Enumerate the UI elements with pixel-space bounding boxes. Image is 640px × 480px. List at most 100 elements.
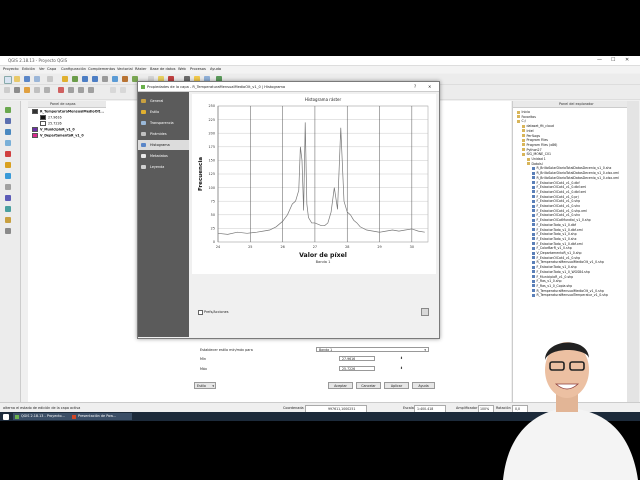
browser-item[interactable]: R_TemperaturaMensualMedioOlt_v1_0.shp — [532, 289, 604, 293]
add-wcs-icon[interactable] — [5, 184, 11, 190]
menu-ver[interactable]: Ver — [39, 67, 45, 71]
browser-item[interactable]: Python27 — [522, 148, 542, 152]
browser-item[interactable]: dataset_ftt_cloud — [522, 124, 554, 128]
add-raster-icon[interactable] — [5, 118, 11, 124]
pan-to-selection-icon[interactable] — [72, 76, 78, 82]
menu-vectorial[interactable]: Vectorial — [117, 67, 133, 71]
open-project-icon[interactable] — [14, 76, 20, 82]
menu-base-datos[interactable]: Base de datos — [150, 67, 176, 71]
prefs-checkbox[interactable] — [198, 310, 203, 315]
browser-item[interactable]: F_EstacionTodo_v1_0.dbf.xml — [532, 228, 583, 232]
new-project-icon[interactable] — [4, 76, 12, 84]
browser-item[interactable]: Intel — [522, 129, 534, 133]
edit-icon[interactable] — [4, 87, 10, 93]
copy-icon[interactable] — [78, 87, 84, 93]
browser-item[interactable]: R_TemperaturaMensualTemperatur_v1_0.shp — [532, 293, 608, 297]
menu-proyecto[interactable]: Proyecto — [3, 67, 19, 71]
browser-item[interactable]: R_BrilloSolarDiarioTotalDatosDecenio_v1_… — [532, 176, 619, 180]
browser-item[interactable]: F_EstacionTodo_v1_0.shp — [532, 265, 577, 269]
browser-item[interactable]: F_Ras_v1_0.shp — [532, 279, 562, 283]
browser-item[interactable]: Unidad 1 — [527, 157, 546, 161]
cut-icon[interactable] — [68, 87, 74, 93]
start-icon[interactable] — [3, 413, 9, 420]
zoom-in-icon[interactable] — [82, 76, 88, 82]
browser-item[interactable]: Program Files — [522, 138, 548, 142]
virtual-layer-icon[interactable] — [5, 228, 11, 234]
browser-item[interactable]: SIG_MONE_C01 — [522, 152, 551, 156]
save-edits-icon[interactable] — [14, 87, 20, 93]
menu-complementos[interactable]: Complementos — [88, 67, 115, 71]
save-as-icon[interactable] — [34, 76, 40, 82]
taskbar-item-qgis[interactable]: QGIS 2.18.13 - Proyecto... — [13, 413, 75, 420]
close-icon[interactable]: ✕ — [625, 57, 629, 63]
browser-item[interactable]: F_MunicipioR_v1_0.shp — [532, 275, 573, 279]
menu-configuracion[interactable]: Configuración — [61, 67, 86, 71]
close-icon[interactable]: ✕ — [428, 84, 431, 89]
pan-icon[interactable] — [62, 76, 68, 82]
max-input[interactable]: 25.7226 — [339, 366, 375, 371]
browser-item[interactable]: F_EstacionOlCat4_v1_0.shp — [532, 256, 580, 260]
add-spatialite-icon[interactable] — [5, 140, 11, 146]
new-shapefile-icon[interactable] — [5, 217, 11, 223]
browser-item[interactable]: C:/ — [517, 119, 526, 123]
nav-leyenda[interactable]: Leyenda — [138, 162, 189, 172]
band-select[interactable]: Banda 1 ▾ — [316, 347, 429, 352]
browser-item[interactable]: Inicio — [517, 110, 530, 114]
node-tool-icon[interactable] — [44, 87, 50, 93]
paste-icon[interactable] — [88, 87, 94, 93]
browser-item[interactable]: F_EstacionOlCat4_v1_0.dbf.xml — [532, 185, 586, 189]
min-picker-icon[interactable]: ⬍ — [400, 356, 403, 360]
style-dropdown[interactable]: Estilo ▾ — [194, 382, 216, 389]
browser-item[interactable]: V_DepartamentoR_v1_0.shp — [532, 251, 582, 255]
browser-item[interactable]: F_EstacionOlCat4_v1_0.dbf — [532, 181, 580, 185]
zoom-layer-icon[interactable] — [112, 76, 118, 82]
min-input[interactable]: 27.9616 — [339, 356, 375, 361]
browser-item[interactable]: F_EstacionTodo_v1_0.shp — [532, 232, 577, 236]
add-delimited-icon[interactable] — [5, 206, 11, 212]
save-project-icon[interactable] — [24, 76, 30, 82]
browser-item[interactable]: F_EstacionOlCat4_v1_0.prj — [532, 195, 579, 199]
browser-item[interactable]: F_EstacionTodo_v1_0_WGS84.shp — [532, 270, 590, 274]
maximize-icon[interactable]: ☐ — [611, 57, 615, 63]
menu-raster[interactable]: Ráster — [135, 67, 147, 71]
browser-item[interactable]: F_EstacionOlCat4_v1_0.shp — [532, 199, 580, 203]
undo-icon[interactable] — [110, 87, 116, 93]
add-vector-icon[interactable] — [5, 107, 11, 113]
help-button[interactable]: Ayuda — [412, 382, 435, 389]
browser-item[interactable]: F_Ras_v1_0_Copia.shp — [532, 284, 572, 288]
print-composer-icon[interactable] — [47, 76, 53, 82]
browser-item[interactable]: DatoIsl — [527, 162, 543, 166]
taskbar-item-powerpoint[interactable]: Presentación de Pow... — [70, 413, 132, 420]
zoom-out-icon[interactable] — [92, 76, 98, 82]
save-histogram-icon[interactable] — [421, 308, 429, 316]
zoom-full-icon[interactable] — [102, 76, 108, 82]
add-feature-icon[interactable] — [24, 87, 30, 93]
redo-icon[interactable] — [120, 87, 126, 93]
menu-capa[interactable]: Capa — [47, 67, 56, 71]
browser-item[interactable]: F_EstacionTodo_v1_0.shx — [532, 237, 576, 241]
browser-item[interactable]: F_EstacionOlCat4_v1_0.shx — [532, 204, 580, 208]
layer-item-departamento[interactable]: V_DepartamentoR_v1_0 — [32, 133, 84, 138]
nav-transparencia[interactable]: Transparencia — [138, 118, 189, 128]
layer-item-raster[interactable]: R_TemperaturaMensualMedioOlt... — [32, 109, 104, 114]
menu-procesos[interactable]: Procesos — [190, 67, 206, 71]
add-wms-icon[interactable] — [5, 173, 11, 179]
browser-item[interactable]: F_EstacionOlCat4_v1_0.shx — [532, 213, 580, 217]
minimize-icon[interactable]: — — [597, 57, 602, 63]
nav-estilo[interactable]: Estilo — [138, 107, 189, 117]
max-picker-icon[interactable]: ⬍ — [400, 366, 403, 370]
add-postgis-icon[interactable] — [5, 129, 11, 135]
menu-web[interactable]: Web — [178, 67, 186, 71]
add-mssql-icon[interactable] — [5, 151, 11, 157]
help-icon[interactable]: ? — [414, 84, 416, 89]
browser-item[interactable]: R_BrilloSolarDiarioTotalDatosDecenio_v1_… — [532, 171, 619, 175]
apply-button[interactable]: Aplicar — [384, 382, 409, 389]
menu-edicion[interactable]: Edición — [22, 67, 35, 71]
layer-item-municipio[interactable]: V_MunicipioR_v1_0 — [32, 127, 75, 132]
nav-general[interactable]: General — [138, 96, 189, 106]
browser-item[interactable]: R_BrilloSolarDiarioTotalDatosDecenio_v1_… — [532, 166, 611, 170]
browser-item[interactable]: Program Files (x86) — [522, 143, 557, 147]
browser-item[interactable]: F_EstacionTodo_v1_0.dbf.xml — [532, 242, 583, 246]
browser-item[interactable]: Favoritos — [517, 115, 536, 119]
add-wfs-icon[interactable] — [5, 195, 11, 201]
